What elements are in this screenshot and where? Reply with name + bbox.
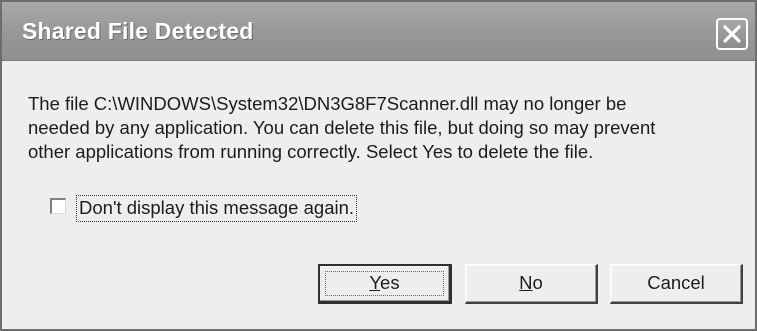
message-text: The file C:\WINDOWS\System32\DN3G8F7Scan… bbox=[28, 92, 728, 164]
message-line-3: other applications from running correctl… bbox=[28, 141, 594, 162]
no-button[interactable]: No bbox=[465, 264, 598, 304]
message-line-2: needed by any application. You can delet… bbox=[28, 117, 656, 138]
no-label-rest: o bbox=[532, 272, 543, 293]
close-button[interactable] bbox=[716, 18, 748, 50]
shared-file-dialog: Shared File Detected The file C:\WINDOWS… bbox=[0, 0, 757, 331]
yes-button[interactable]: Yes bbox=[318, 264, 452, 304]
dialog-title: Shared File Detected bbox=[22, 18, 254, 44]
focus-ring bbox=[325, 271, 444, 296]
no-mnemonic: N bbox=[519, 272, 533, 293]
dont-display-again-label[interactable]: Don't display this message again. bbox=[76, 195, 358, 222]
title-bar[interactable]: Shared File Detected bbox=[2, 2, 755, 61]
cancel-label: Cancel bbox=[647, 272, 705, 293]
message-line-1: The file C:\WINDOWS\System32\DN3G8F7Scan… bbox=[28, 93, 627, 114]
close-icon bbox=[723, 25, 741, 43]
cancel-button[interactable]: Cancel bbox=[610, 264, 743, 304]
dont-display-again-checkbox[interactable] bbox=[50, 198, 66, 214]
